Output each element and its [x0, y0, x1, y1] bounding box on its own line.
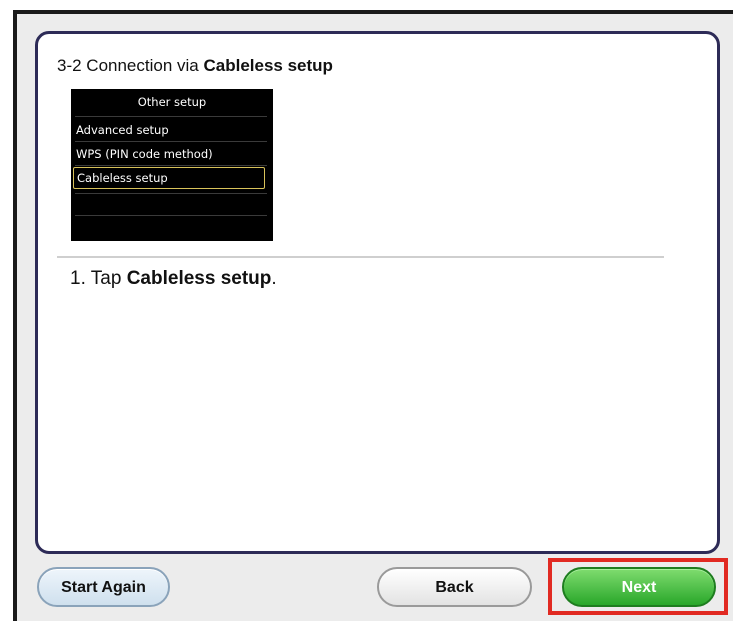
printer-menu-item: Advanced setup	[76, 123, 169, 137]
instruction-panel: 3-2 Connection via Cableless setup Other…	[35, 31, 720, 554]
instruction-text: 1. Tap Cableless setup.	[70, 268, 277, 289]
printer-screen-divider	[75, 193, 267, 194]
next-button[interactable]: Next	[562, 567, 716, 607]
printer-screen-divider	[75, 116, 267, 117]
printer-screen-header: Other setup	[137, 95, 207, 109]
printer-screen-divider	[75, 141, 267, 142]
back-button[interactable]: Back	[377, 567, 532, 607]
printer-menu-item: WPS (PIN code method)	[76, 147, 213, 161]
step-title: 3-2 Connection via Cableless setup	[57, 56, 333, 75]
printer-screen-divider	[75, 165, 267, 166]
printer-screen-image: Other setup Advanced setup WPS (PIN code…	[71, 89, 273, 241]
printer-menu-item-selected: Cableless setup	[73, 167, 265, 189]
printer-screen-divider	[75, 215, 267, 216]
section-divider	[57, 256, 664, 258]
start-again-button[interactable]: Start Again	[37, 567, 170, 607]
